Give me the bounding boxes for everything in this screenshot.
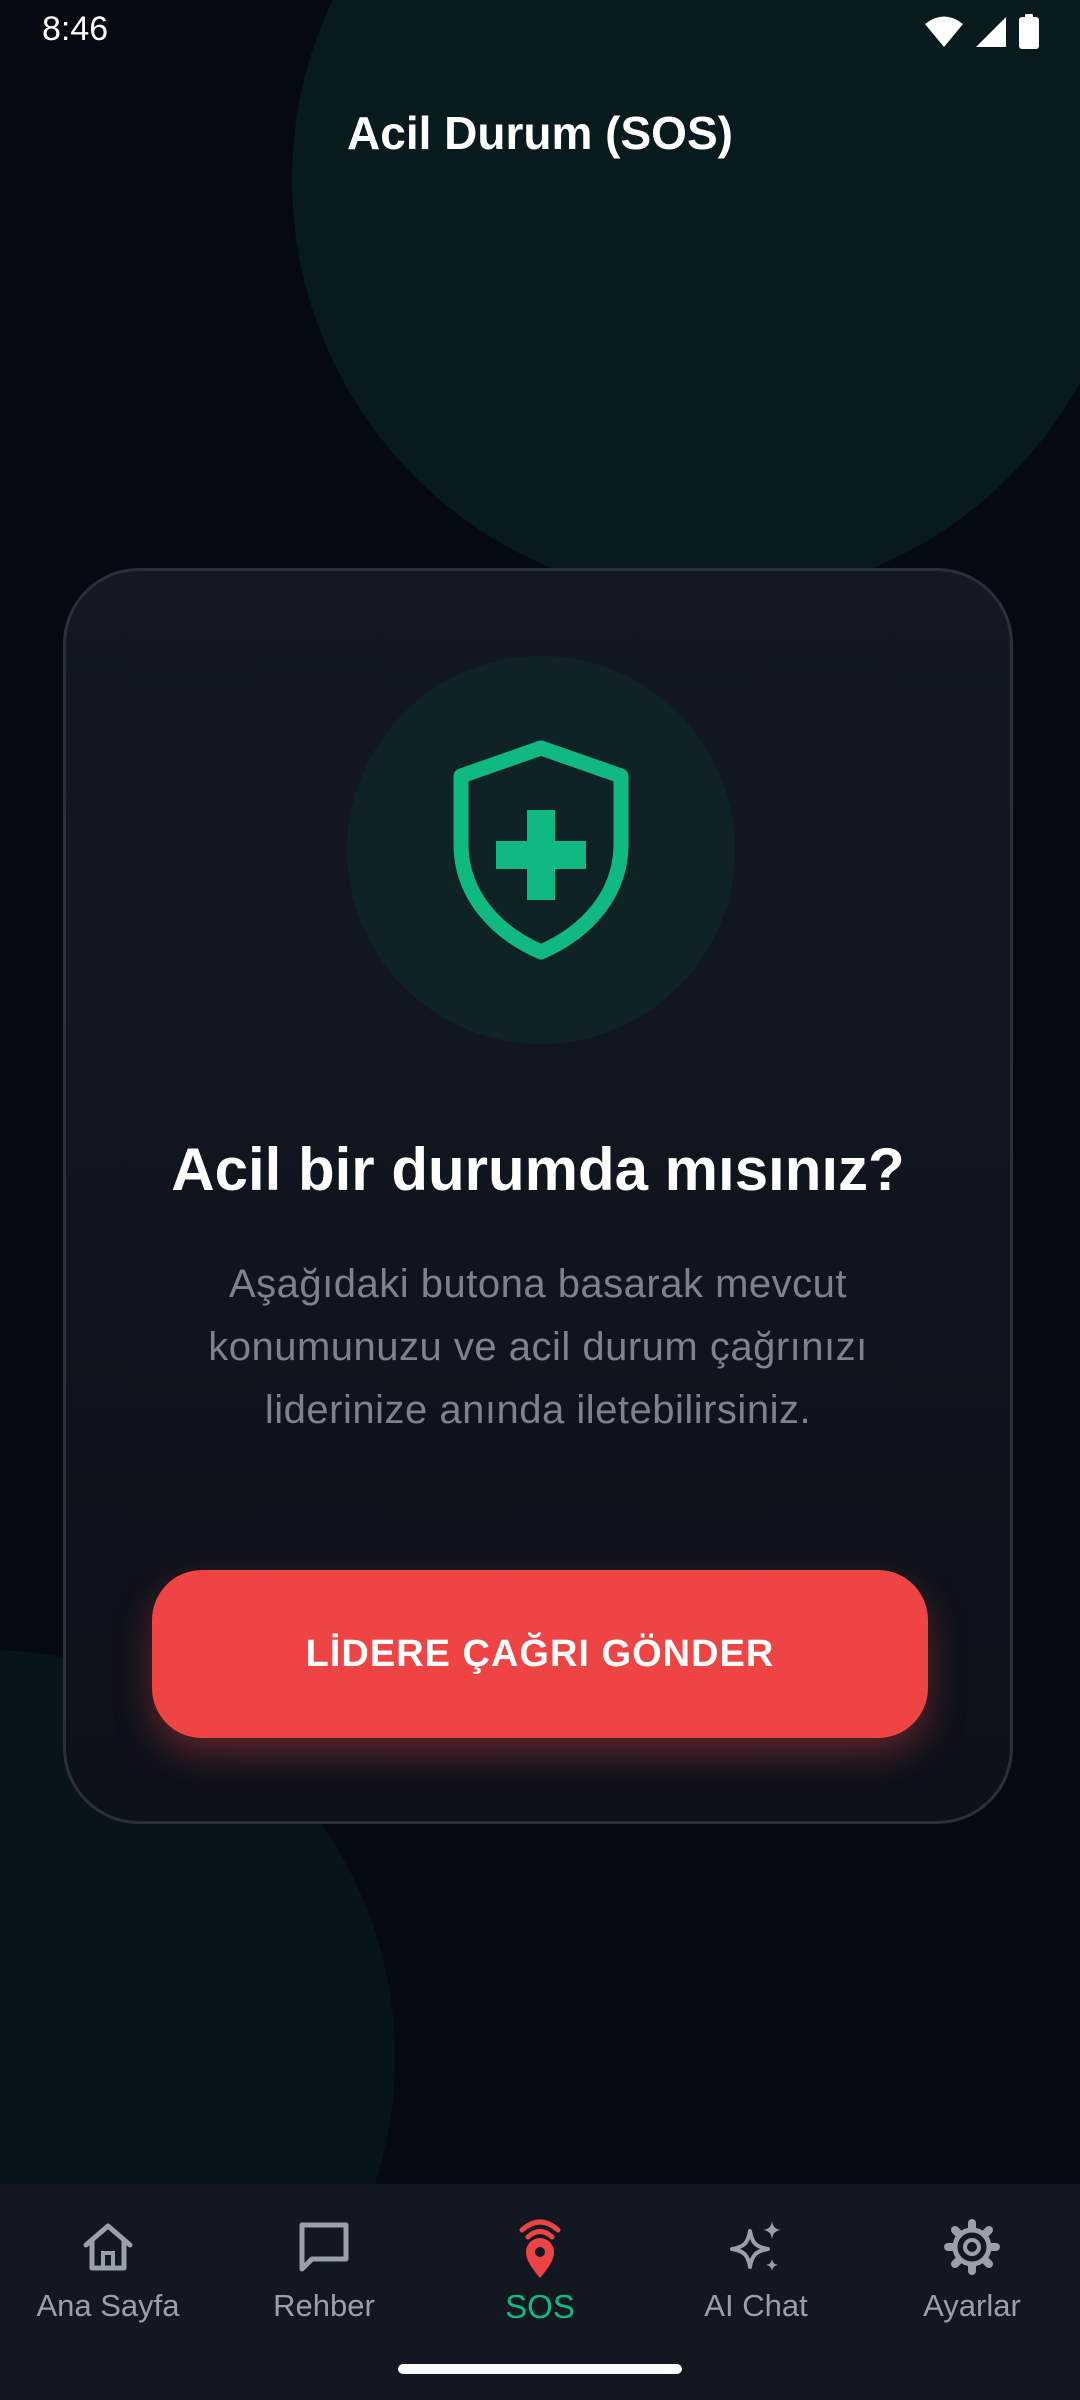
send-alert-button[interactable]: LİDERE ÇAĞRI GÖNDER xyxy=(152,1570,928,1738)
battery-icon xyxy=(1018,14,1040,55)
nav-label-sos: SOS xyxy=(505,2288,575,2325)
card-description: Aşağıdaki butona basarak mevcut konumunu… xyxy=(208,1262,868,1432)
nav-item-home[interactable]: Ana Sayfa xyxy=(0,2202,216,2352)
home-icon xyxy=(83,2223,133,2271)
status-bar: 8:46 xyxy=(0,0,1080,64)
background-circle-top xyxy=(292,0,1080,600)
nav-item-settings[interactable]: Ayarlar xyxy=(864,2202,1080,2352)
sos-screen: 8:46 Acil Durum (SOS) Acil bir durumda m… xyxy=(0,0,1080,2400)
shield-plus-icon xyxy=(453,740,629,960)
gear-icon xyxy=(944,2219,1000,2275)
status-time: 8:46 xyxy=(42,10,109,48)
chat-bubble-icon xyxy=(299,2222,349,2272)
wifi-icon xyxy=(924,15,964,54)
nav-item-sos[interactable]: SOS xyxy=(432,2202,648,2352)
sos-card: Acil bir durumda mısınız? Aşağıdaki buto… xyxy=(63,568,1013,1824)
shield-icon-circle xyxy=(347,656,735,1044)
sos-location-icon xyxy=(519,2219,561,2278)
sparkles-icon xyxy=(730,2221,781,2271)
nav-item-ai-chat[interactable]: AI Chat xyxy=(648,2202,864,2352)
nav-label-home: Ana Sayfa xyxy=(36,2288,180,2323)
home-indicator[interactable] xyxy=(398,2364,682,2374)
signal-icon xyxy=(974,15,1008,54)
nav-item-rehber[interactable]: Rehber xyxy=(216,2202,432,2352)
card-heading: Acil bir durumda mısınız? xyxy=(171,1136,905,1203)
page-title: Acil Durum (SOS) xyxy=(347,107,733,159)
status-icons xyxy=(924,14,1040,55)
nav-label-ai-chat: AI Chat xyxy=(704,2288,808,2323)
nav-label-settings: Ayarlar xyxy=(923,2288,1021,2323)
nav-label-rehber: Rehber xyxy=(273,2288,375,2323)
